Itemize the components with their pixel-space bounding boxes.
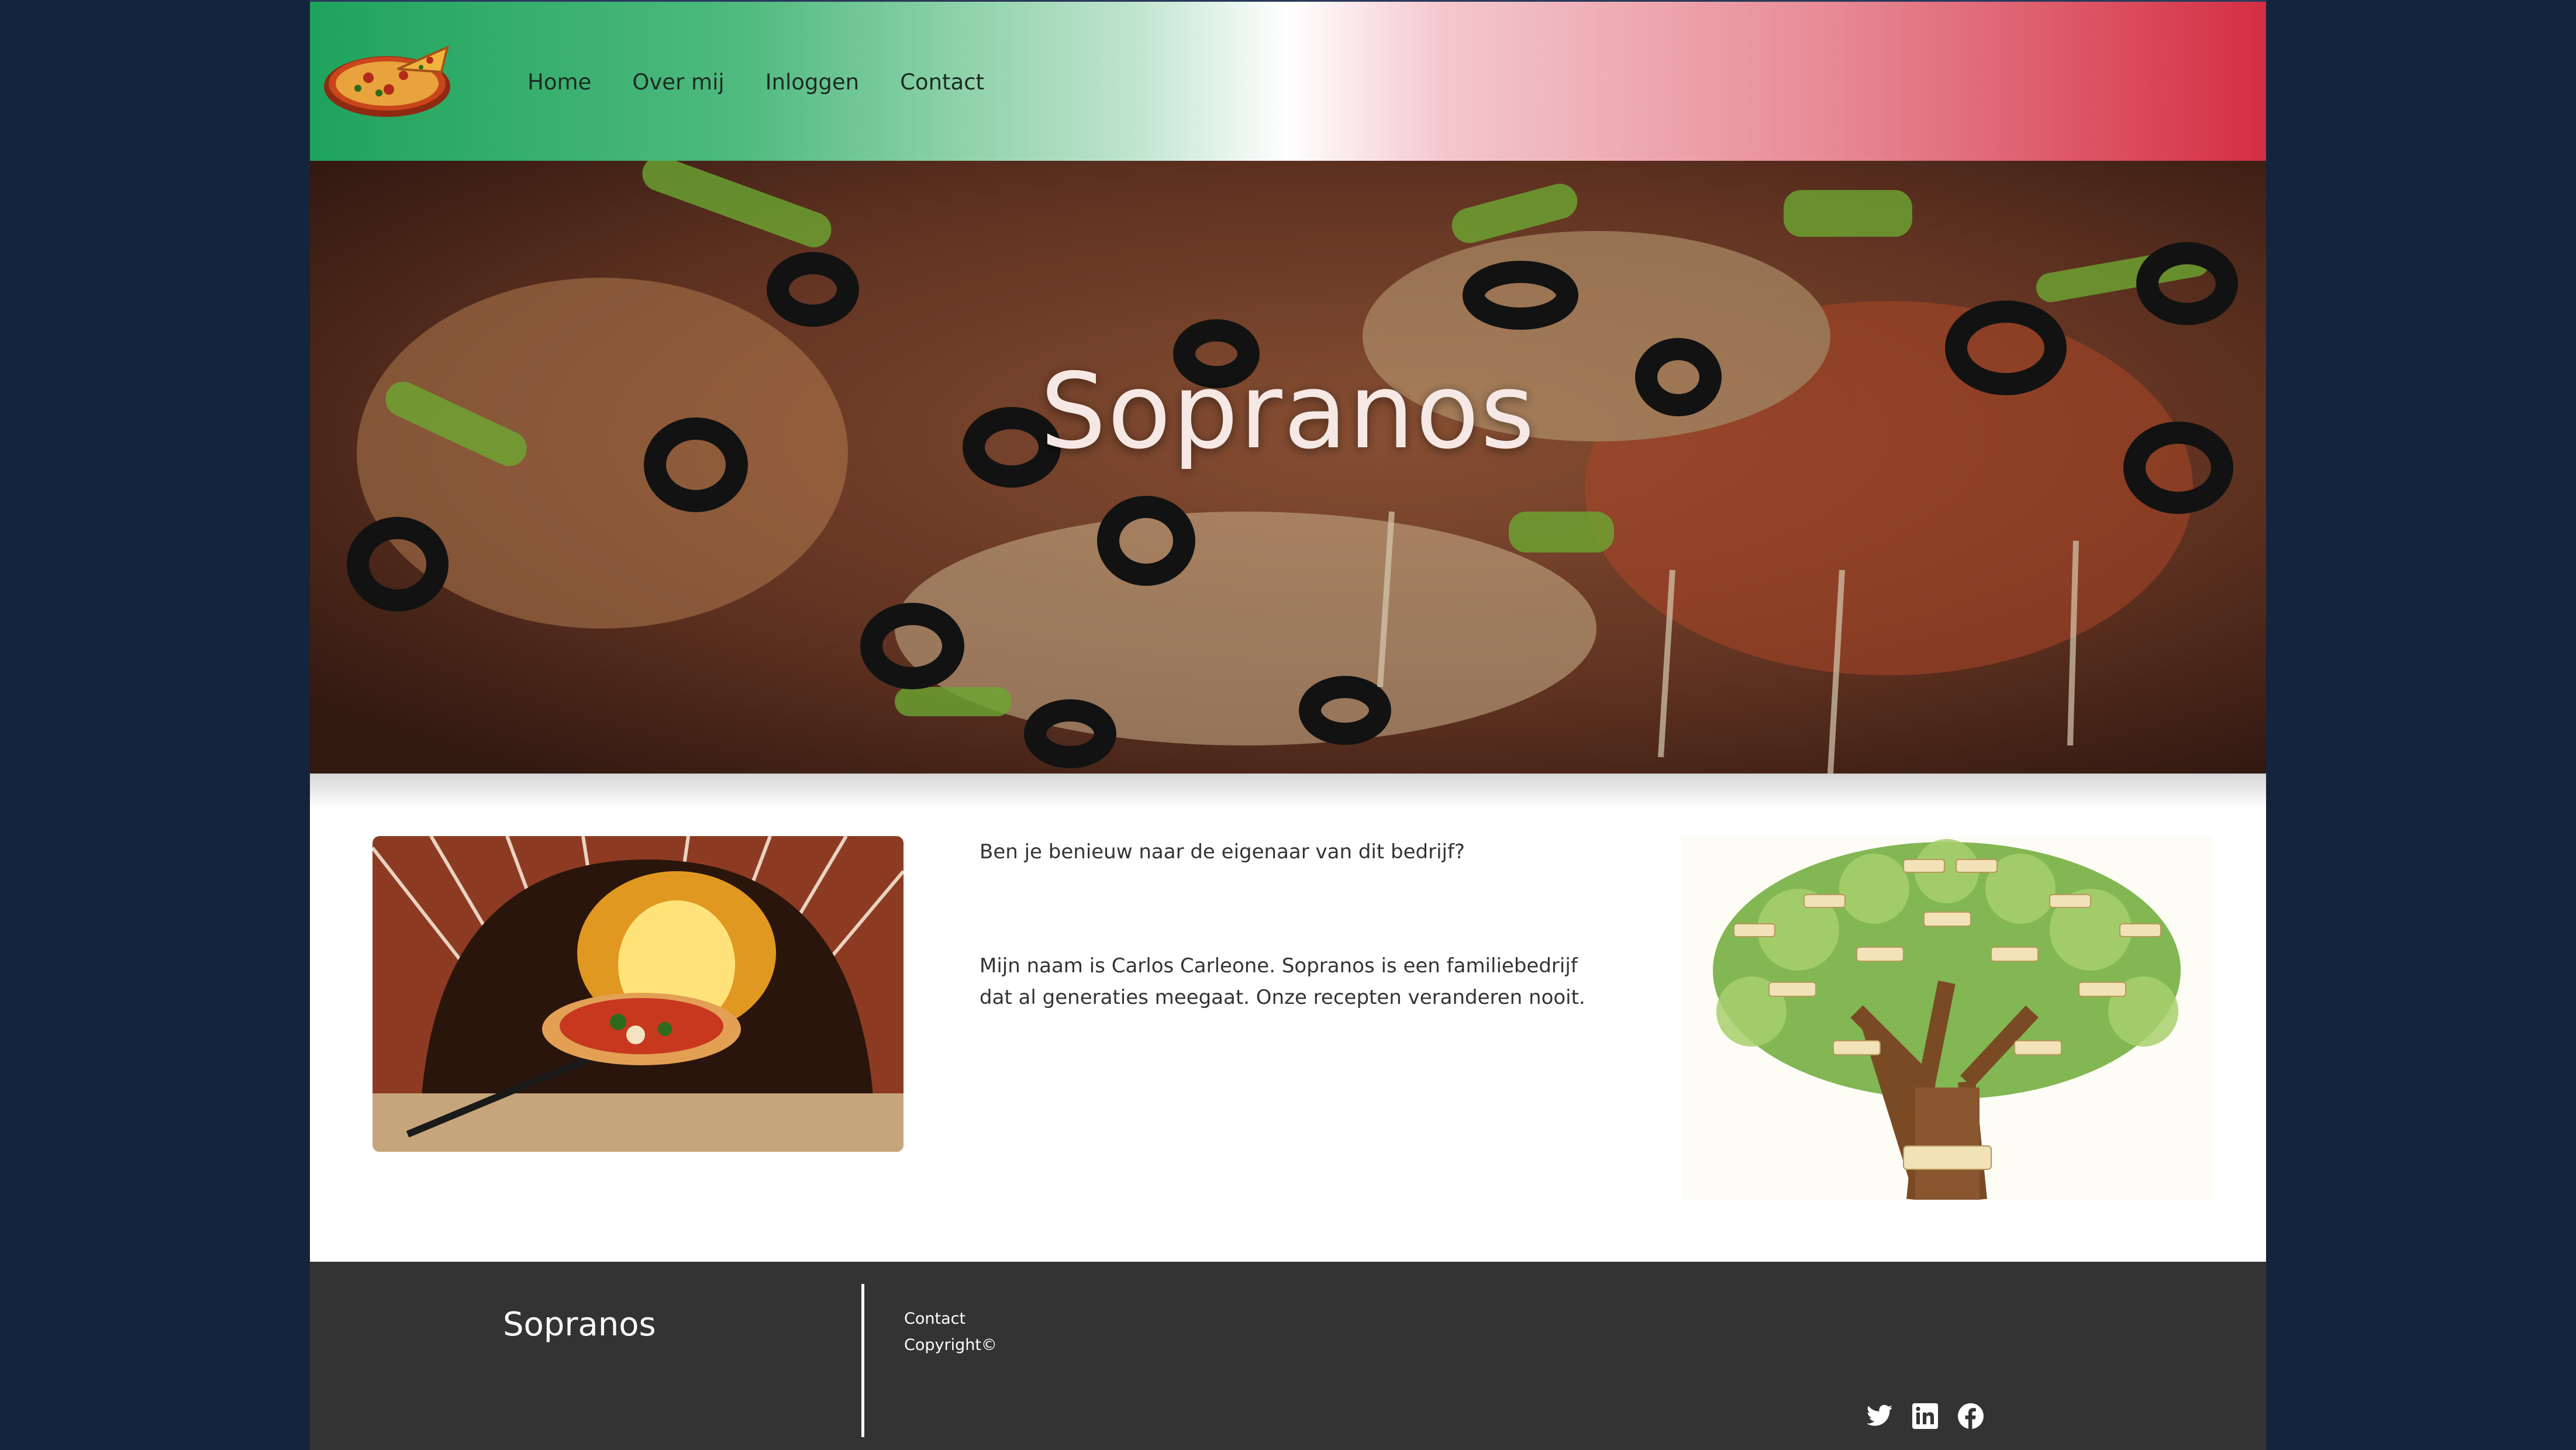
pizza-oven-image [373,836,904,1152]
nav-inloggen[interactable]: Inloggen [765,65,859,100]
footer-link-contact[interactable]: Contact [904,1306,997,1332]
footer-divider [861,1284,864,1437]
about-question: Ben je benieuw naar de eigenaar van dit … [980,840,1465,864]
hero-shadow [310,774,2266,809]
family-tree-image [1681,836,2212,1200]
hero-banner: Sopranos [310,161,2266,774]
footer-copyright: Copyright© [904,1336,997,1354]
nav-over-mij[interactable]: Over mij [632,65,724,100]
footer-links: Contact Copyright© [904,1306,997,1358]
site-footer: Sopranos Contact Copyright© [310,1262,2266,1450]
main-nav: Home Over mij Inloggen Contact [527,65,1025,100]
nav-contact[interactable]: Contact [900,65,984,100]
linkedin-icon[interactable] [1911,1402,1939,1430]
pizza-logo[interactable] [322,37,456,125]
twitter-icon[interactable] [1865,1402,1894,1430]
hero-title: Sopranos [1040,351,1536,472]
page: Home Over mij Inloggen Contact Sopranos … [310,0,2266,1450]
nav-home[interactable]: Home [527,65,591,100]
site-header: Home Over mij Inloggen Contact [310,0,2266,161]
facebook-icon[interactable] [1957,1402,1985,1430]
footer-brand: Sopranos [503,1306,656,1344]
about-story: Mijn naam is Carlos Carleone. Sopranos i… [980,954,1585,1009]
social-links [1865,1402,1985,1430]
